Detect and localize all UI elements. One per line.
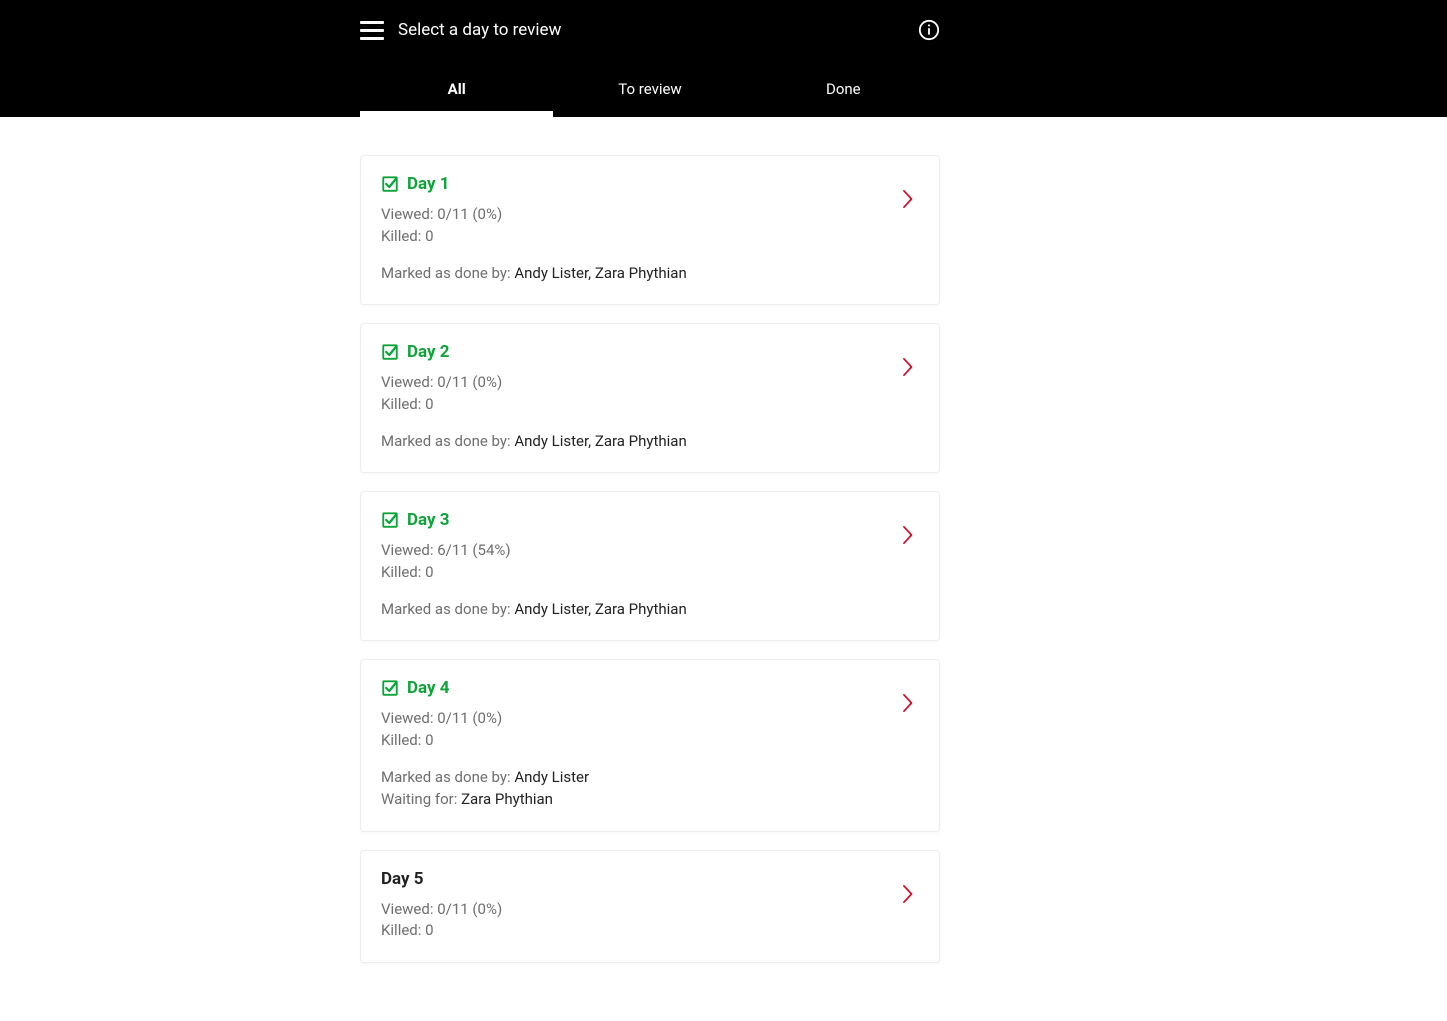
day-title-row: Day 1: [381, 174, 919, 194]
killed-stat: Killed: 0: [381, 226, 919, 248]
marked-prefix: Marked as done by:: [381, 768, 514, 786]
viewed-prefix: Viewed:: [381, 373, 437, 391]
killed-value: 0: [425, 731, 433, 749]
killed-value: 0: [425, 227, 433, 245]
killed-stat: Killed: 0: [381, 920, 919, 942]
info-icon[interactable]: [918, 19, 940, 41]
tab-done[interactable]: Done: [747, 60, 940, 117]
app-header: Select a day to review All To review Done: [0, 0, 1447, 117]
viewed-stat: Viewed: 0/11 (0%): [381, 372, 919, 394]
meta-block: Marked as done by: Andy Lister, Zara Phy…: [381, 262, 919, 285]
waiting-prefix: Waiting for:: [381, 790, 461, 808]
killed-prefix: Killed:: [381, 227, 425, 245]
viewed-stat: Viewed: 0/11 (0%): [381, 708, 919, 730]
viewed-value: 0/11 (0%): [437, 373, 502, 391]
marked-prefix: Marked as done by:: [381, 600, 514, 618]
tab-all[interactable]: All: [360, 60, 553, 117]
day-list: Day 1Viewed: 0/11 (0%)Killed: 0Marked as…: [360, 117, 940, 1021]
day-title-row: Day 4: [381, 678, 919, 698]
viewed-stat: Viewed: 0/11 (0%): [381, 899, 919, 921]
chevron-right-icon: [899, 520, 917, 550]
viewed-value: 0/11 (0%): [437, 900, 502, 918]
tab-label: To review: [618, 80, 681, 98]
menu-icon[interactable]: [360, 18, 384, 42]
marked-done-line: Marked as done by: Andy Lister: [381, 766, 919, 789]
check-icon: [381, 679, 399, 697]
viewed-stat: Viewed: 0/11 (0%): [381, 204, 919, 226]
chevron-right-icon: [899, 184, 917, 214]
viewed-value: 6/11 (54%): [437, 541, 510, 559]
tab-label: Done: [826, 80, 861, 98]
waiting-names: Zara Phythian: [461, 790, 553, 808]
page-title: Select a day to review: [398, 20, 561, 40]
viewed-prefix: Viewed:: [381, 900, 437, 918]
killed-stat: Killed: 0: [381, 394, 919, 416]
day-card[interactable]: Day 3Viewed: 6/11 (54%)Killed: 0Marked a…: [360, 491, 940, 641]
marked-done-line: Marked as done by: Andy Lister, Zara Phy…: [381, 430, 919, 453]
marked-names: Andy Lister, Zara Phythian: [514, 264, 686, 282]
marked-prefix: Marked as done by:: [381, 432, 514, 450]
meta-block: Marked as done by: Andy Lister, Zara Phy…: [381, 430, 919, 453]
viewed-prefix: Viewed:: [381, 205, 437, 223]
viewed-prefix: Viewed:: [381, 541, 437, 559]
killed-prefix: Killed:: [381, 395, 425, 413]
marked-names: Andy Lister, Zara Phythian: [514, 432, 686, 450]
chevron-right-icon: [899, 352, 917, 382]
day-card[interactable]: Day 1Viewed: 0/11 (0%)Killed: 0Marked as…: [360, 155, 940, 305]
chevron-right-icon: [899, 688, 917, 718]
viewed-prefix: Viewed:: [381, 709, 437, 727]
tab-label: All: [448, 80, 466, 98]
tabs: All To review Done: [360, 60, 940, 117]
killed-stat: Killed: 0: [381, 730, 919, 752]
day-title-row: Day 5: [381, 869, 919, 889]
killed-stat: Killed: 0: [381, 562, 919, 584]
day-title: Day 3: [407, 510, 450, 530]
marked-done-line: Marked as done by: Andy Lister, Zara Phy…: [381, 598, 919, 621]
killed-value: 0: [425, 563, 433, 581]
check-icon: [381, 343, 399, 361]
day-title: Day 2: [407, 342, 450, 362]
day-card[interactable]: Day 4Viewed: 0/11 (0%)Killed: 0Marked as…: [360, 659, 940, 832]
day-title: Day 5: [381, 869, 424, 889]
killed-prefix: Killed:: [381, 731, 425, 749]
day-title: Day 1: [407, 174, 450, 194]
day-title-row: Day 2: [381, 342, 919, 362]
tab-to-review[interactable]: To review: [553, 60, 746, 117]
meta-block: Marked as done by: Andy Lister, Zara Phy…: [381, 598, 919, 621]
check-icon: [381, 175, 399, 193]
killed-prefix: Killed:: [381, 921, 425, 939]
waiting-for-line: Waiting for: Zara Phythian: [381, 788, 919, 811]
check-icon: [381, 511, 399, 529]
day-title: Day 4: [407, 678, 450, 698]
viewed-value: 0/11 (0%): [437, 709, 502, 727]
day-card[interactable]: Day 5Viewed: 0/11 (0%)Killed: 0: [360, 850, 940, 964]
chevron-right-icon: [899, 879, 917, 909]
marked-names: Andy Lister, Zara Phythian: [514, 600, 686, 618]
killed-value: 0: [425, 921, 433, 939]
marked-prefix: Marked as done by:: [381, 264, 514, 282]
viewed-stat: Viewed: 6/11 (54%): [381, 540, 919, 562]
killed-value: 0: [425, 395, 433, 413]
marked-done-line: Marked as done by: Andy Lister, Zara Phy…: [381, 262, 919, 285]
killed-prefix: Killed:: [381, 563, 425, 581]
day-title-row: Day 3: [381, 510, 919, 530]
day-card[interactable]: Day 2Viewed: 0/11 (0%)Killed: 0Marked as…: [360, 323, 940, 473]
marked-names: Andy Lister: [514, 768, 589, 786]
meta-block: Marked as done by: Andy ListerWaiting fo…: [381, 766, 919, 811]
viewed-value: 0/11 (0%): [437, 205, 502, 223]
title-row: Select a day to review: [360, 0, 940, 60]
